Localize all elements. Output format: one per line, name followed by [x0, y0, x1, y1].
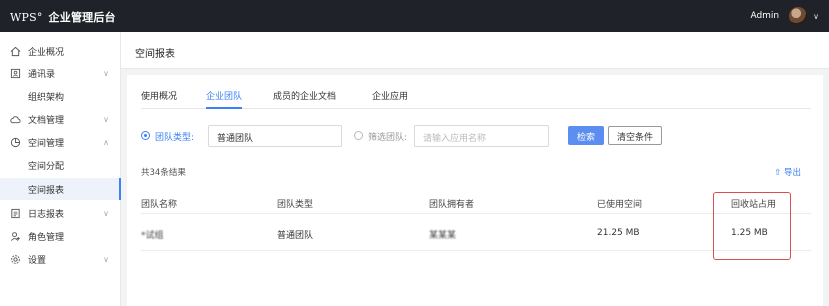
table-row[interactable]: *试组 普通团队 某某某 21.25 MB 1.25 MB — [141, 215, 811, 251]
sidebar-item-label: 组织架构 — [28, 92, 65, 103]
column-header: 已使用空间 — [597, 200, 643, 210]
avatar[interactable] — [789, 7, 808, 25]
column-header: 团队名称 — [141, 200, 178, 210]
sidebar-item-log-report[interactable]: 日志报表 ∨ — [0, 202, 121, 224]
sidebar-item-label: 空间管理 — [28, 138, 65, 149]
sidebar-item-label: 企业概况 — [28, 47, 65, 58]
sidebar-item-label: 日志报表 — [28, 209, 65, 220]
pie-chart-icon — [10, 137, 21, 148]
user-name: Admin — [750, 11, 780, 21]
sidebar-item-org-structure[interactable]: 组织架构 — [0, 85, 121, 107]
main-content: 空间报表 使用概况 企业团队 成员的企业文档 企业应用 团队类型: 普通团队 筛… — [121, 32, 829, 306]
sidebar: 企业概况 通讯录 ∨ 组织架构 文档管理 ∨ 空间管理 ∧ 空间分配 空间报表 … — [0, 32, 121, 306]
team-type-radio[interactable] — [141, 131, 150, 140]
page-title: 空间报表 — [135, 49, 175, 60]
team-owner-cell: 某某某 — [429, 231, 457, 241]
sidebar-item-contacts[interactable]: 通讯录 ∨ — [0, 62, 121, 84]
user-menu[interactable]: Admin ∨ — [750, 7, 819, 25]
used-space-cell: 21.25 MB — [597, 228, 640, 238]
gear-icon — [10, 254, 21, 265]
home-icon — [10, 46, 21, 57]
tab-bar: 使用概况 企业团队 成员的企业文档 企业应用 — [141, 85, 811, 109]
clear-conditions-button[interactable]: 清空条件 — [608, 126, 663, 145]
table-header: 团队名称 团队类型 团队拥有者 已使用空间 回收站占用 — [141, 189, 811, 214]
tab-enterprise-apps[interactable]: 企业应用 — [372, 89, 408, 109]
chevron-up-icon: ∧ — [103, 137, 109, 147]
chevron-down-icon: ∨ — [103, 254, 109, 264]
sidebar-item-label: 空间分配 — [28, 161, 65, 172]
chevron-down-icon[interactable]: ∨ — [813, 12, 819, 21]
sidebar-item-label: 空间报表 — [28, 185, 65, 196]
column-header: 团队类型 — [277, 200, 314, 210]
user-role-icon — [10, 231, 21, 242]
wps-logo: WPS° — [10, 11, 43, 24]
team-type-label: 团队类型: — [155, 133, 195, 143]
sidebar-item-label: 角色管理 — [28, 232, 65, 243]
brand[interactable]: WPS° 企业管理后台 — [10, 9, 116, 25]
sidebar-item-space-report[interactable]: 空间报表 — [0, 178, 121, 200]
filter-team-label: 筛选团队: — [368, 133, 408, 143]
chevron-down-icon: ∨ — [103, 208, 109, 218]
sidebar-item-label: 设置 — [28, 255, 47, 266]
sidebar-item-settings[interactable]: 设置 ∨ — [0, 248, 121, 270]
report-card: 使用概况 企业团队 成员的企业文档 企业应用 团队类型: 普通团队 筛选团队: … — [127, 75, 823, 306]
annotation-highlight-box — [713, 192, 791, 260]
export-button[interactable]: ⇧ 导出 — [774, 166, 801, 178]
chevron-down-icon: ∨ — [103, 68, 109, 78]
filter-row: 团队类型: 普通团队 筛选团队: 请输入应用名称 检索 清空条件 — [141, 125, 811, 147]
column-header: 团队拥有者 — [429, 200, 475, 210]
top-bar: WPS° 企业管理后台 Admin ∨ — [0, 0, 829, 32]
team-type-cell: 普通团队 — [277, 231, 314, 241]
filter-team-input[interactable]: 请输入应用名称 — [414, 125, 549, 147]
export-icon: ⇧ — [774, 168, 782, 178]
team-type-input[interactable]: 普通团队 — [208, 125, 342, 147]
contacts-icon — [10, 68, 21, 79]
tab-enterprise-teams[interactable]: 企业团队 — [206, 89, 243, 109]
search-button[interactable]: 检索 — [568, 126, 605, 145]
filter-team-radio[interactable] — [354, 131, 363, 140]
sidebar-item-roles[interactable]: 角色管理 — [0, 225, 121, 247]
team-name-cell: *试组 — [141, 231, 164, 241]
chevron-down-icon: ∨ — [103, 114, 109, 124]
cloud-icon — [10, 114, 21, 125]
tab-usage-overview[interactable]: 使用概况 — [141, 89, 177, 109]
result-count: 共34条结果 — [141, 168, 186, 178]
sidebar-item-space[interactable]: 空间管理 ∧ — [0, 131, 121, 153]
app-title: 企业管理后台 — [48, 11, 116, 24]
log-icon — [10, 208, 21, 219]
sidebar-item-overview[interactable]: 企业概况 — [0, 40, 121, 62]
sidebar-item-space-allocation[interactable]: 空间分配 — [0, 154, 121, 176]
sidebar-item-docs[interactable]: 文档管理 ∨ — [0, 108, 121, 130]
export-label: 导出 — [783, 168, 801, 178]
sidebar-item-label: 通讯录 — [28, 69, 56, 80]
sidebar-item-label: 文档管理 — [28, 115, 65, 126]
tab-member-docs[interactable]: 成员的企业文档 — [273, 89, 336, 109]
page-header: 空间报表 — [121, 32, 829, 69]
